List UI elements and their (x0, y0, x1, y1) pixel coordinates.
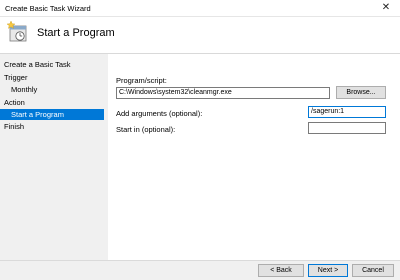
step-action[interactable]: Action (4, 98, 25, 107)
page-title: Start a Program (37, 27, 115, 39)
wizard-header: Start a Program (0, 17, 400, 54)
program-script-label: Program/script: (116, 76, 167, 85)
step-start-a-program-label: Start a Program (11, 110, 64, 119)
start-in-label: Start in (optional): (116, 125, 176, 134)
add-arguments-input[interactable]: /sagerun:1 (308, 106, 386, 118)
footer-bar: < Back Next > Cancel (0, 260, 400, 280)
step-create-basic-task[interactable]: Create a Basic Task (4, 60, 71, 69)
add-arguments-label: Add arguments (optional): (116, 109, 203, 118)
back-button[interactable]: < Back (258, 264, 304, 277)
step-trigger[interactable]: Trigger (4, 73, 27, 82)
cancel-button[interactable]: Cancel (352, 264, 394, 277)
step-monthly[interactable]: Monthly (11, 85, 37, 94)
browse-button[interactable]: Browse... (336, 86, 386, 99)
program-script-input[interactable]: C:\Windows\system32\cleanmgr.exe (116, 87, 330, 99)
step-start-a-program[interactable]: Start a Program (0, 109, 104, 120)
close-icon[interactable]: ✕ (372, 0, 400, 16)
main-pane: Program/script: C:\Windows\system32\clea… (108, 54, 400, 260)
next-button[interactable]: Next > (308, 264, 348, 277)
steps-pane: Create a Basic Task Trigger Monthly Acti… (0, 54, 108, 260)
step-finish[interactable]: Finish (4, 122, 24, 131)
start-in-input[interactable] (308, 122, 386, 134)
window-title: Create Basic Task Wizard (5, 4, 91, 13)
task-wizard-icon (6, 20, 27, 42)
title-bar: Create Basic Task Wizard ✕ (0, 0, 400, 17)
